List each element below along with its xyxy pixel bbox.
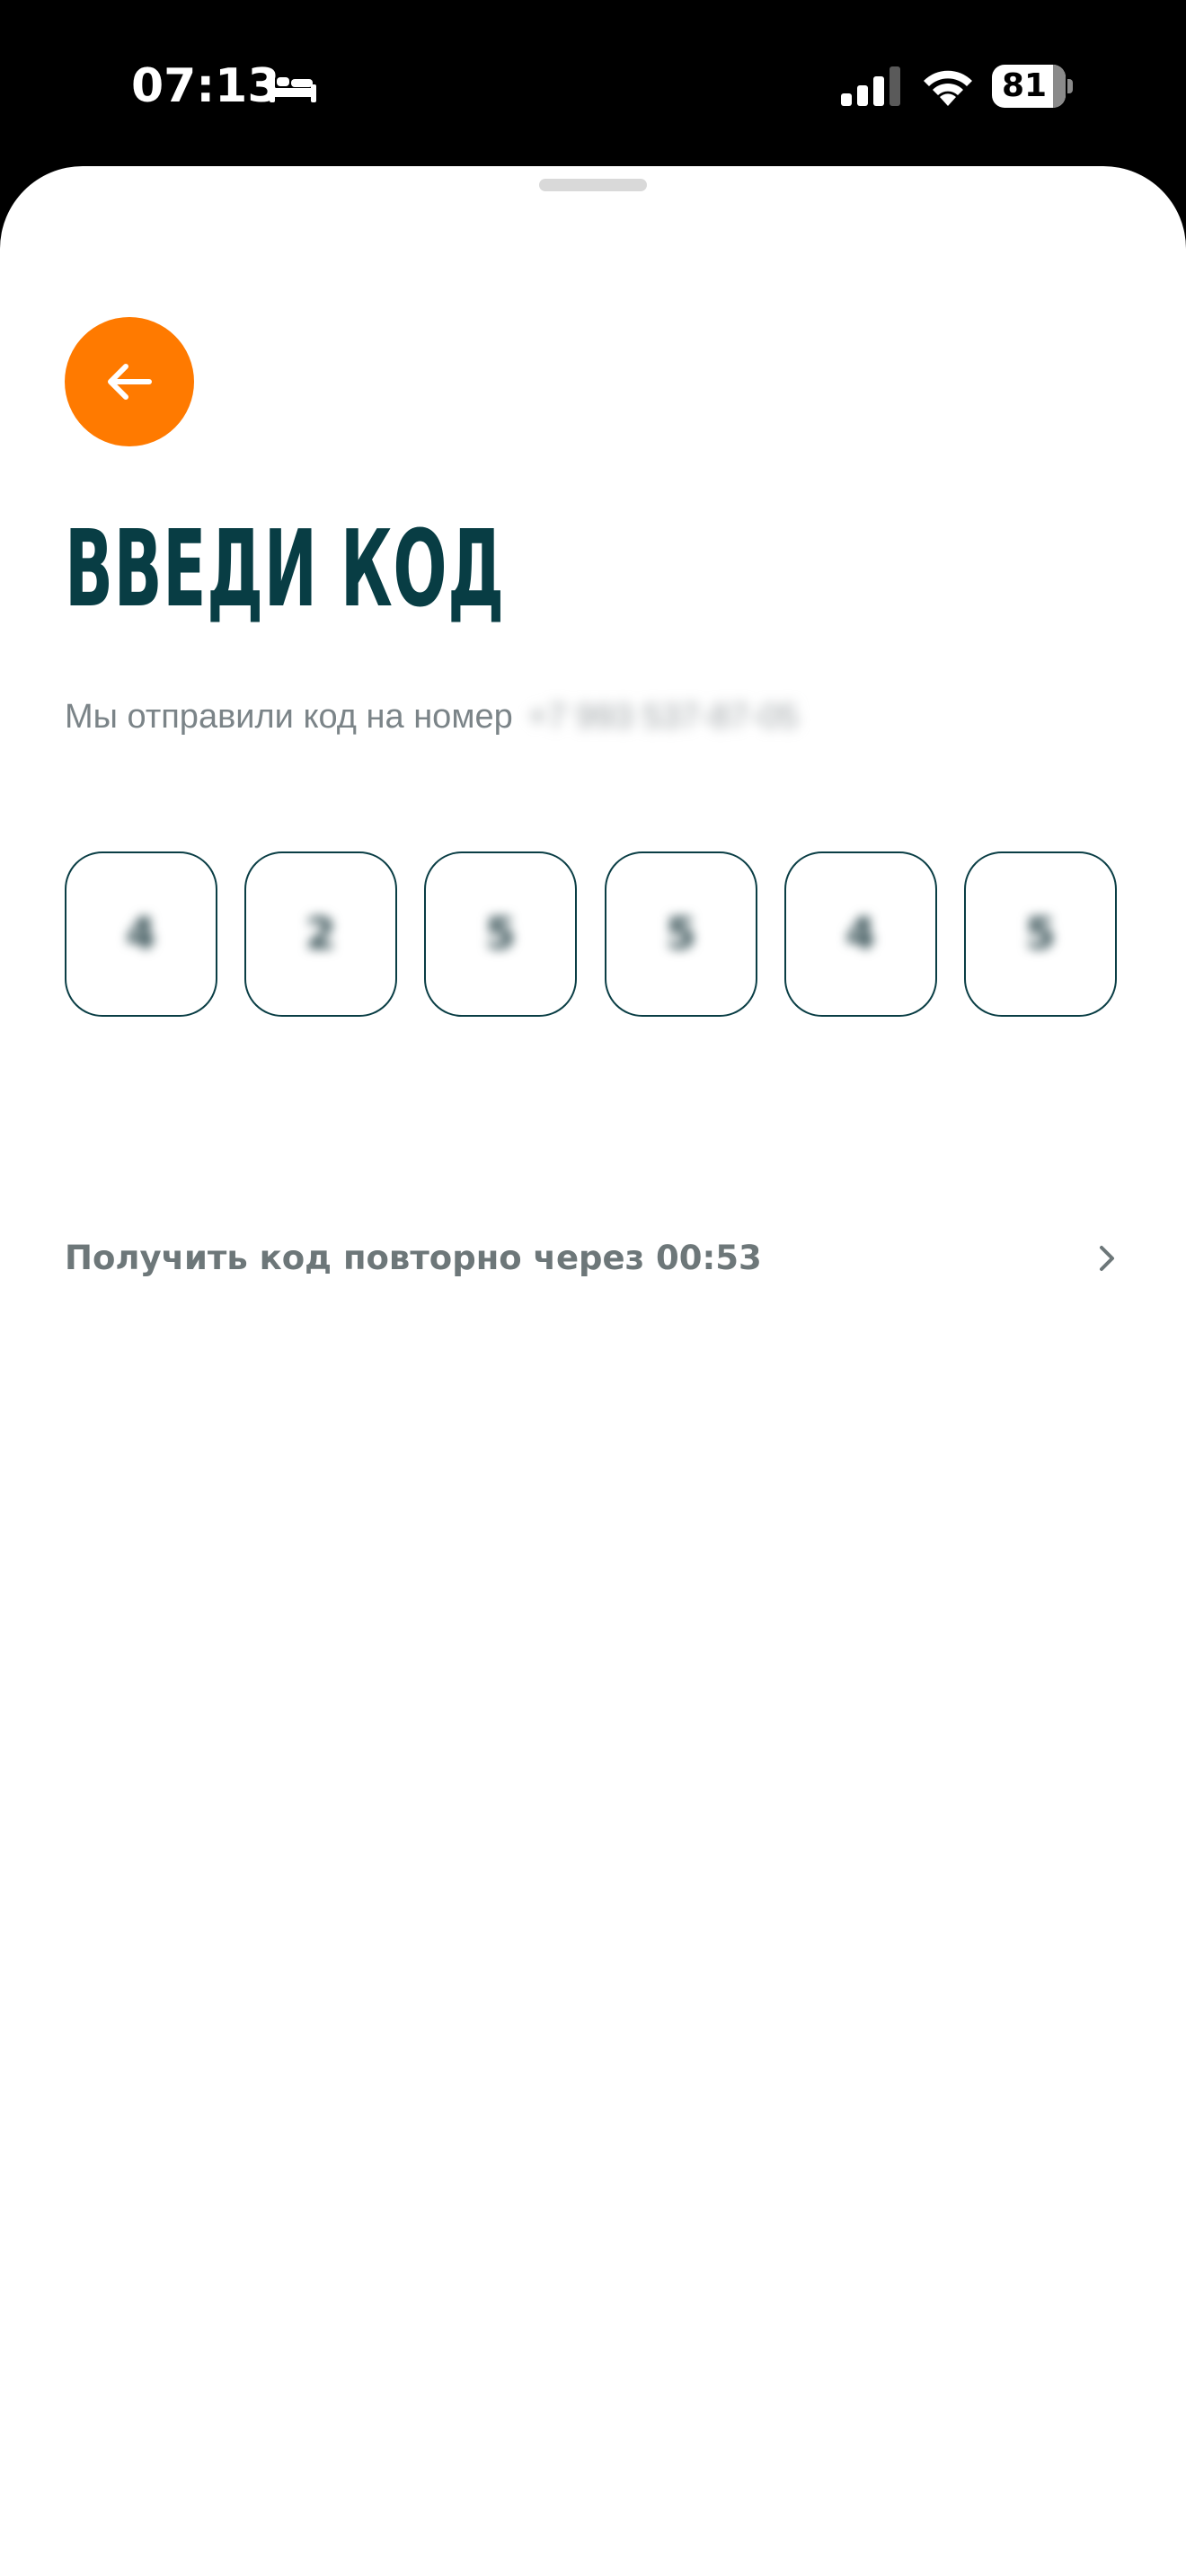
code-digit: 4 <box>845 909 876 959</box>
arrow-left-icon <box>108 364 152 400</box>
resend-code-button[interactable]: Получить код повторно через 00:53 <box>65 1231 1121 1285</box>
code-digit: 5 <box>666 909 696 959</box>
status-time: 07:13 <box>131 59 280 113</box>
sheet-grabber[interactable] <box>539 179 647 191</box>
code-cell-1[interactable]: 4 <box>65 851 217 1017</box>
code-cell-2[interactable]: 2 <box>244 851 397 1017</box>
phone-number: +7 993 537-87-05 <box>527 698 799 736</box>
status-bar: 07:13 81 <box>0 0 1186 166</box>
wifi-icon <box>924 70 972 106</box>
battery-level: 81 <box>992 65 1066 108</box>
chevron-right-icon <box>1100 1246 1114 1271</box>
page-title: ВВЕДИ КОД <box>65 507 505 631</box>
back-button[interactable] <box>65 317 194 446</box>
code-cell-6[interactable]: 5 <box>964 851 1117 1017</box>
resend-code-label: Получить код повторно через 00:53 <box>65 1239 762 1277</box>
code-digit: 5 <box>485 909 516 959</box>
code-digit: 4 <box>126 909 156 959</box>
code-cell-5[interactable]: 4 <box>784 851 937 1017</box>
sent-code-message: Мы отправили код на номер +7 993 537-87-… <box>65 694 798 739</box>
verification-sheet: ВВЕДИ КОД Мы отправили код на номер +7 9… <box>0 166 1186 2576</box>
code-cell-4[interactable]: 5 <box>605 851 757 1017</box>
battery-tip <box>1067 79 1073 93</box>
code-cell-3[interactable]: 5 <box>424 851 577 1017</box>
code-digit: 5 <box>1025 909 1056 959</box>
code-digit: 2 <box>305 909 336 959</box>
signal-icon <box>841 66 900 106</box>
sent-code-message-text: Мы отправили код на номер <box>65 698 513 736</box>
battery-icon: 81 <box>992 65 1073 108</box>
code-input[interactable]: 4 2 5 5 4 5 <box>65 851 1121 1020</box>
bed-icon <box>270 74 316 102</box>
